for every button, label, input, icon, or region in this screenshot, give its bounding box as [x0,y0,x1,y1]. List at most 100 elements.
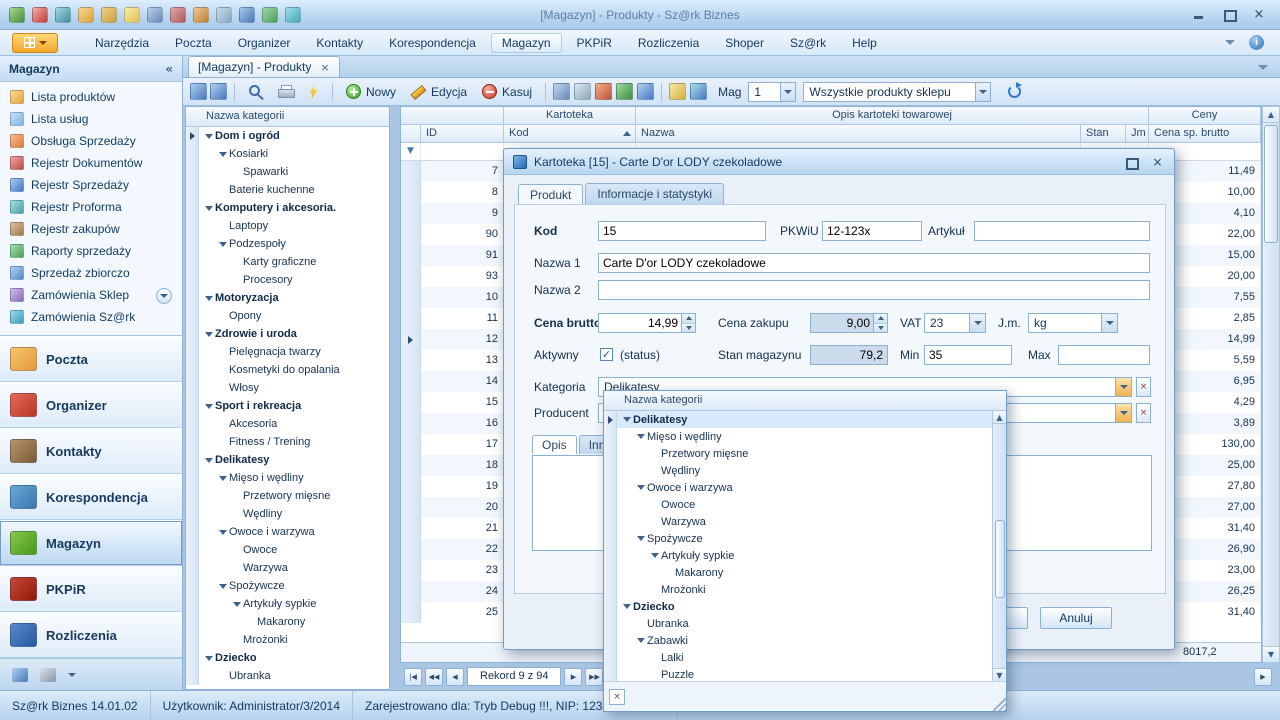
category-tree-item[interactable]: Mrożonki [186,631,389,649]
shop-icon[interactable] [690,83,707,100]
shop-filter-select[interactable]: Wszystkie produkty sklepu [803,82,991,102]
menu-tab[interactable]: Sz@rk [779,33,837,53]
computer-icon[interactable] [12,668,28,682]
hscroll-right-button[interactable]: ▶ [1254,668,1272,686]
quick-action-button[interactable] [302,82,325,101]
category-tree-item[interactable]: Podzespoły [186,235,389,253]
chevron-down-icon[interactable] [68,673,76,677]
next-record-button[interactable]: ▶ [564,668,582,686]
expand-icon[interactable] [648,553,661,558]
close-dropdown-button[interactable]: × [609,689,625,705]
dropdown-tree-item[interactable]: Mięso i wędliny [604,428,992,445]
nazwa2-field[interactable] [598,280,1150,300]
kod-field[interactable] [598,221,766,241]
new-document-icon[interactable] [9,7,25,23]
category-tree-item[interactable]: Kosmetyki do opalania [186,361,389,379]
resize-grip[interactable] [993,698,1006,711]
dropdown-scrollbar[interactable]: ▲ ▼ [992,411,1006,681]
design-icon[interactable] [553,83,570,100]
dropdown-tree-item[interactable]: Wędliny [604,462,992,479]
sidebar-item[interactable]: Raporty sprzedaży [0,240,182,262]
spin-down-icon[interactable] [682,324,695,333]
dropdown-tree-item[interactable]: Warzywa [604,513,992,530]
category-tree-item[interactable]: Dziecko [186,649,389,667]
print-button[interactable] [272,83,299,100]
category-tree-item[interactable]: Wędliny [186,505,389,523]
dialog-close-button[interactable]: × [1150,155,1165,169]
dropdown-button[interactable] [975,83,990,101]
settings-icon[interactable] [40,668,56,682]
expand-icon[interactable] [634,536,647,541]
dropdown-button[interactable] [1101,314,1117,332]
expand-icon[interactable] [216,476,229,481]
edit-icon[interactable] [124,7,140,23]
document-tab[interactable]: [Magazyn] - Produkty × [188,56,340,77]
category-tree-header[interactable]: Nazwa kategorii [186,107,389,127]
dropdown-tree-item[interactable]: Makarony [604,564,992,581]
sidebar-item[interactable]: Rejestr Sprzedaży [0,174,182,196]
category-tree-item[interactable]: Pielęgnacja twarzy [186,343,389,361]
menu-tab[interactable]: Help [841,33,888,53]
band-opis[interactable]: Opis kartoteki towarowej [636,107,1149,125]
category-tree-item[interactable]: Włosy [186,379,389,397]
delete-button[interactable]: Kasuj [476,82,538,101]
nazwa1-field[interactable] [598,253,1150,273]
module-button[interactable]: Korespondencja [0,474,182,520]
check-icon[interactable] [239,7,255,23]
dropdown-tree-item[interactable]: Lalki [604,649,992,666]
max-field[interactable] [1058,345,1150,365]
dropdown-tree-item[interactable]: Ubranka [604,615,992,632]
category-tree-item[interactable]: Fitness / Trening [186,433,389,451]
sidebar-item[interactable]: Lista produktów [0,86,182,108]
close-button[interactable]: × [1252,8,1266,21]
sidebar-item[interactable]: Zamówienia Sz@rk [0,306,182,328]
category-tree-item[interactable]: Dom i ogród [186,127,389,145]
column-chooser-icon[interactable] [637,83,654,100]
band-ceny[interactable]: Ceny [1149,107,1261,125]
column-header-id[interactable]: ID [421,125,504,143]
menu-tab[interactable]: Rozliczenia [627,33,710,53]
category-tree-item[interactable]: Owoce [186,541,389,559]
dialog-maximize-button[interactable] [1123,155,1138,169]
users-icon[interactable] [147,7,163,23]
dropdown-tree-item[interactable]: Przetwory mięsne [604,445,992,462]
sidebar-item[interactable]: Rejestr Dokumentów [0,152,182,174]
category-tree-item[interactable]: Baterie kuchenne [186,181,389,199]
search-button[interactable] [242,82,269,101]
menu-tab[interactable]: PKPiR [566,33,623,53]
category-tree-item[interactable]: Mięso i wędliny [186,469,389,487]
column-header-stan[interactable]: Stan [1081,125,1126,143]
collapse-pane-button[interactable]: « [165,62,173,76]
menu-tab[interactable]: Organizer [227,33,302,53]
category-tree-item[interactable]: Kosiarki [186,145,389,163]
open-icon[interactable] [32,7,48,23]
mail-icon[interactable] [669,83,686,100]
info-icon[interactable]: i [1249,35,1264,50]
category-tree-item[interactable]: Owoce i warzywa [186,523,389,541]
expand-icon[interactable] [216,530,229,535]
expand-icon[interactable] [634,434,647,439]
dialog-tab[interactable]: Informacje i statystyki [585,183,724,204]
jm-select[interactable]: kg [1028,313,1118,333]
dropdown-tree-item[interactable]: Owoce [604,496,992,513]
edit-button[interactable]: Edycja [405,82,473,101]
category-tree-item[interactable]: Laptopy [186,217,389,235]
spin-up-icon[interactable] [682,314,695,324]
archive-icon[interactable] [101,7,117,23]
refresh-button[interactable] [1000,81,1029,102]
dropdown-tree-item[interactable]: Delikatesy [604,411,992,428]
menu-tab[interactable]: Narzędzia [84,33,160,53]
grid-vertical-scrollbar[interactable]: ▲ ▼ [1262,106,1280,663]
menu-tab[interactable]: Korespondencja [378,33,487,53]
expand-icon[interactable] [634,638,647,643]
dropdown-header[interactable]: Nazwa kategorii [604,391,1006,411]
collapse-all-icon[interactable] [210,83,227,100]
category-tree-item[interactable]: Ubranka [186,667,389,685]
category-tree-item[interactable]: Akcesoria [186,415,389,433]
expand-icon[interactable] [216,242,229,247]
minimize-button[interactable] [1192,8,1206,21]
chevron-down-icon[interactable] [1258,65,1268,70]
expand-all-icon[interactable] [190,83,207,100]
dropdown-tree-item[interactable]: Spożywcze [604,530,992,547]
expand-icon[interactable] [202,332,215,337]
